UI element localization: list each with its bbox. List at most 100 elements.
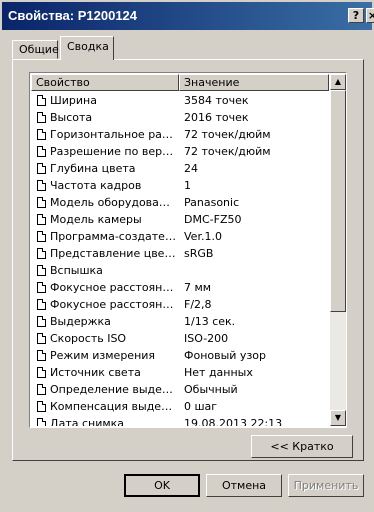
list-item[interactable]: Горизонтальное разр... 72 точек/дюйм [31,126,329,143]
document-icon [37,95,46,106]
document-icon [37,180,46,191]
list-item[interactable]: Компенсация выдержки 0 шаг [31,398,329,415]
property-value: F/2,8 [184,298,212,311]
list-item[interactable]: Вспышка [31,262,329,279]
scroll-up-arrow-icon[interactable]: ▲ [330,74,346,90]
list-item[interactable]: Фокусное расстояние F/2,8 [31,296,329,313]
property-value: 1 [184,179,191,192]
property-value: 0 шаг [184,400,218,413]
cancel-button[interactable]: Отмена [206,474,282,497]
property-value: Ver.1.0 [184,230,222,243]
list-item[interactable]: Частота кадров 1 [31,177,329,194]
list-item[interactable]: Модель камеры DMC-FZ50 [31,211,329,228]
property-value: DMC-FZ50 [184,213,242,226]
property-name: Определение выдержки [50,383,176,396]
list-item[interactable]: Программа-создатель Ver.1.0 [31,228,329,245]
property-value: 72 точек/дюйм [184,128,271,141]
list-item[interactable]: Скорость ISO ISO-200 [31,330,329,347]
property-value: Обычный [184,383,238,396]
tab-general[interactable]: Общие [12,40,59,59]
property-name: Вспышка [50,264,103,277]
property-name: Разрешение по верти... [50,145,176,158]
list-item[interactable]: Ширина 3584 точек [31,92,329,109]
apply-button[interactable]: Применить [288,474,364,497]
list-viewport: Свойство Значение Ширина 3584 точек Высота… [31,74,329,426]
document-icon [37,214,46,225]
window-title: Свойства: P1200124 [8,8,138,23]
property-name: Ширина [50,94,97,107]
list-item[interactable]: Разрешение по верти... 72 точек/дюйм [31,143,329,160]
list-item[interactable]: Модель оборудования Panasonic [31,194,329,211]
property-name: Модель камеры [50,213,142,226]
document-icon [37,418,46,426]
property-value: ISO-200 [184,332,229,345]
document-icon [37,367,46,378]
list-item[interactable]: Высота 2016 точек [31,109,329,126]
property-name: Режим измерения [50,349,156,362]
document-icon [37,248,46,259]
document-icon [37,282,46,293]
list-item[interactable]: Источник света Нет данных [31,364,329,381]
property-name: Программа-создатель [50,230,176,243]
document-icon [37,231,46,242]
property-name: Скорость ISO [50,332,127,345]
summary-panel: Свойство Значение Ширина 3584 точек Высота… [12,59,364,461]
close-button[interactable]: × [366,8,374,23]
document-icon [37,333,46,344]
list-item[interactable]: Представление цвета sRGB [31,245,329,262]
property-value: 2016 точек [184,111,249,124]
tab-summary[interactable]: Сводка [60,36,114,60]
document-icon [37,401,46,412]
property-value: Нет данных [184,366,253,379]
document-icon [37,299,46,310]
scrollbar-thumb[interactable] [330,90,346,312]
document-icon [37,146,46,157]
list-rows: Ширина 3584 точек Высота 2016 точек Горизонт… [31,92,329,426]
list-item[interactable]: Выдержка 1/13 сек. [31,313,329,330]
list-item[interactable]: Режим измерения Фоновый узор [31,347,329,364]
properties-list[interactable]: Свойство Значение Ширина 3584 точек Высота… [29,72,347,428]
list-item[interactable]: Определение выдержки Обычный [31,381,329,398]
list-header: Свойство Значение [31,74,329,91]
property-value: sRGB [184,247,214,260]
property-value: 72 точек/дюйм [184,145,271,158]
property-value: Panasonic [184,196,240,209]
property-value: 1/13 сек. [184,315,236,328]
document-icon [37,112,46,123]
list-item[interactable]: Дата снимка 19.08.2013 22:13 [31,415,329,426]
property-value: 7 мм [184,281,212,294]
document-icon [37,129,46,140]
scroll-down-arrow-icon[interactable]: ▼ [330,410,346,426]
property-name: Модель оборудования [50,196,176,209]
brief-button[interactable]: << Кратко [251,435,353,458]
document-icon [37,384,46,395]
list-item[interactable]: Фокусное расстояние 7 мм [31,279,329,296]
property-value: Фоновый узор [184,349,267,362]
property-name: Фокусное расстояние [50,298,176,311]
property-name: Источник света [50,366,141,379]
property-name: Представление цвета [50,247,176,260]
column-header-value[interactable]: Значение [179,74,329,91]
vertical-scrollbar[interactable]: ▲ ▼ [330,74,346,426]
property-name: Фокусное расстояние [50,281,176,294]
property-name: Выдержка [50,315,111,328]
document-icon [37,316,46,327]
property-value: 19.08.2013 22:13 [184,417,283,426]
property-value: 3584 точек [184,94,249,107]
property-name: Частота кадров [50,179,142,192]
property-name: Компенсация выдержки [50,400,176,413]
list-item[interactable]: Глубина цвета 24 [31,160,329,177]
document-icon [37,163,46,174]
property-name: Высота [50,111,93,124]
document-icon [37,265,46,276]
property-name: Горизонтальное разр... [50,128,176,141]
property-value: 24 [184,162,198,175]
column-header-property[interactable]: Свойство [31,74,179,91]
document-icon [37,350,46,361]
title-bar[interactable]: Свойства: P1200124 ? × [2,2,374,30]
property-name: Глубина цвета [50,162,136,175]
document-icon [37,197,46,208]
tab-strip: Общие Сводка [12,36,312,60]
ok-button[interactable]: OK [124,474,200,497]
help-button[interactable]: ? [348,8,364,23]
